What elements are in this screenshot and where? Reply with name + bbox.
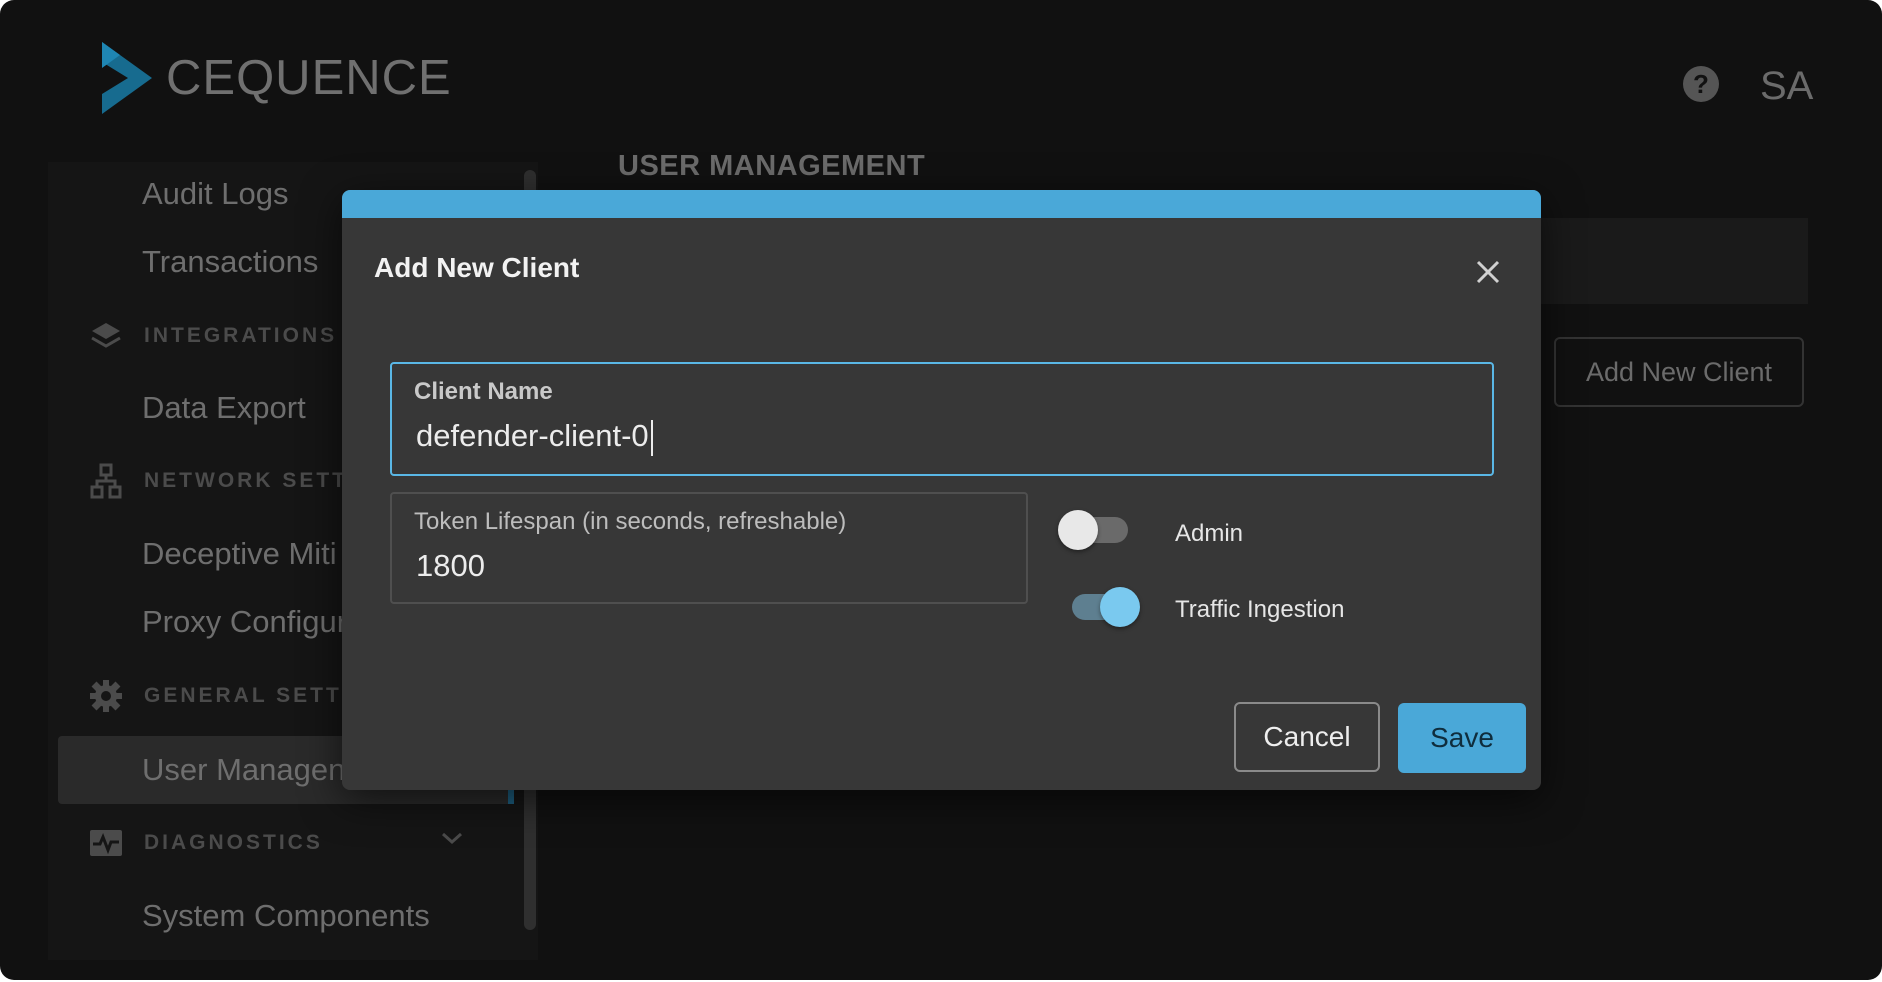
token-lifespan-input[interactable]: 1800 <box>416 548 987 584</box>
user-avatar[interactable]: SA <box>1760 64 1813 109</box>
sidebar-section-network-settings[interactable]: NETWORK SETTIN <box>88 463 375 499</box>
sidebar-item-data-export[interactable]: Data Export <box>142 390 306 426</box>
toggle-thumb <box>1100 587 1140 627</box>
cancel-button[interactable]: Cancel <box>1234 702 1380 772</box>
sidebar-item-transactions[interactable]: Transactions <box>142 244 318 280</box>
traffic-ingestion-label: Traffic Ingestion <box>1175 596 1345 623</box>
cequence-logo[interactable]: CEQUENCE <box>98 42 452 114</box>
main-toolbar-strip <box>1540 218 1808 304</box>
toggle-thumb <box>1058 510 1098 550</box>
token-lifespan-field[interactable]: Token Lifespan (in seconds, refreshable)… <box>390 492 1028 604</box>
dialog-accent-bar <box>342 190 1541 218</box>
sidebar-item-system-components[interactable]: System Components <box>142 898 430 934</box>
sidebar-item-audit-logs[interactable]: Audit Logs <box>142 176 289 212</box>
app-window: CEQUENCE ? SA Audit Logs Transactions IN… <box>0 0 1882 980</box>
help-icon[interactable]: ? <box>1683 66 1719 102</box>
sidebar-section-label: DIAGNOSTICS <box>144 831 323 854</box>
add-new-client-button[interactable]: Add New Client <box>1554 337 1804 407</box>
sidebar-section-integrations[interactable]: INTEGRATIONS <box>88 318 337 354</box>
sidebar-section-label: GENERAL SETTIN <box>144 684 369 707</box>
client-name-value: defender-client-0 <box>416 418 649 453</box>
sidebar-section-label: NETWORK SETTIN <box>144 469 375 492</box>
sidebar-item-proxy-configuration[interactable]: Proxy Configur <box>142 604 347 640</box>
client-name-label: Client Name <box>414 378 553 405</box>
text-caret <box>650 419 653 456</box>
client-name-field[interactable]: Client Name defender-client-0 <box>390 362 1494 476</box>
add-client-dialog: Add New Client Client Name defender-clie… <box>342 190 1541 790</box>
admin-label: Admin <box>1175 520 1244 547</box>
sidebar-item-user-management[interactable]: User Managen <box>142 752 345 788</box>
chevron-down-icon[interactable] <box>440 830 464 846</box>
pulse-icon <box>88 825 124 861</box>
cequence-logo-icon <box>102 42 152 114</box>
traffic-ingestion-toggle[interactable] <box>1064 584 1144 630</box>
network-icon <box>88 463 124 499</box>
sidebar-section-label: INTEGRATIONS <box>144 324 338 347</box>
admin-toggle[interactable] <box>1058 507 1138 553</box>
client-name-input[interactable]: defender-client-0 <box>416 418 1406 456</box>
layers-icon <box>88 318 124 354</box>
save-button[interactable]: Save <box>1398 703 1526 773</box>
sidebar-item-deceptive-mitigation[interactable]: Deceptive Miti <box>142 536 337 572</box>
dialog-title: Add New Client <box>374 252 580 283</box>
gear-icon <box>88 678 124 714</box>
sidebar-section-general-settings[interactable]: GENERAL SETTIN <box>88 678 369 714</box>
token-lifespan-label: Token Lifespan (in seconds, refreshable) <box>414 508 847 535</box>
page-title: USER MANAGEMENT <box>618 150 926 182</box>
close-icon[interactable] <box>1468 252 1508 292</box>
logo-text: CEQUENCE <box>166 51 452 105</box>
sidebar-section-diagnostics[interactable]: DIAGNOSTICS <box>88 825 323 861</box>
